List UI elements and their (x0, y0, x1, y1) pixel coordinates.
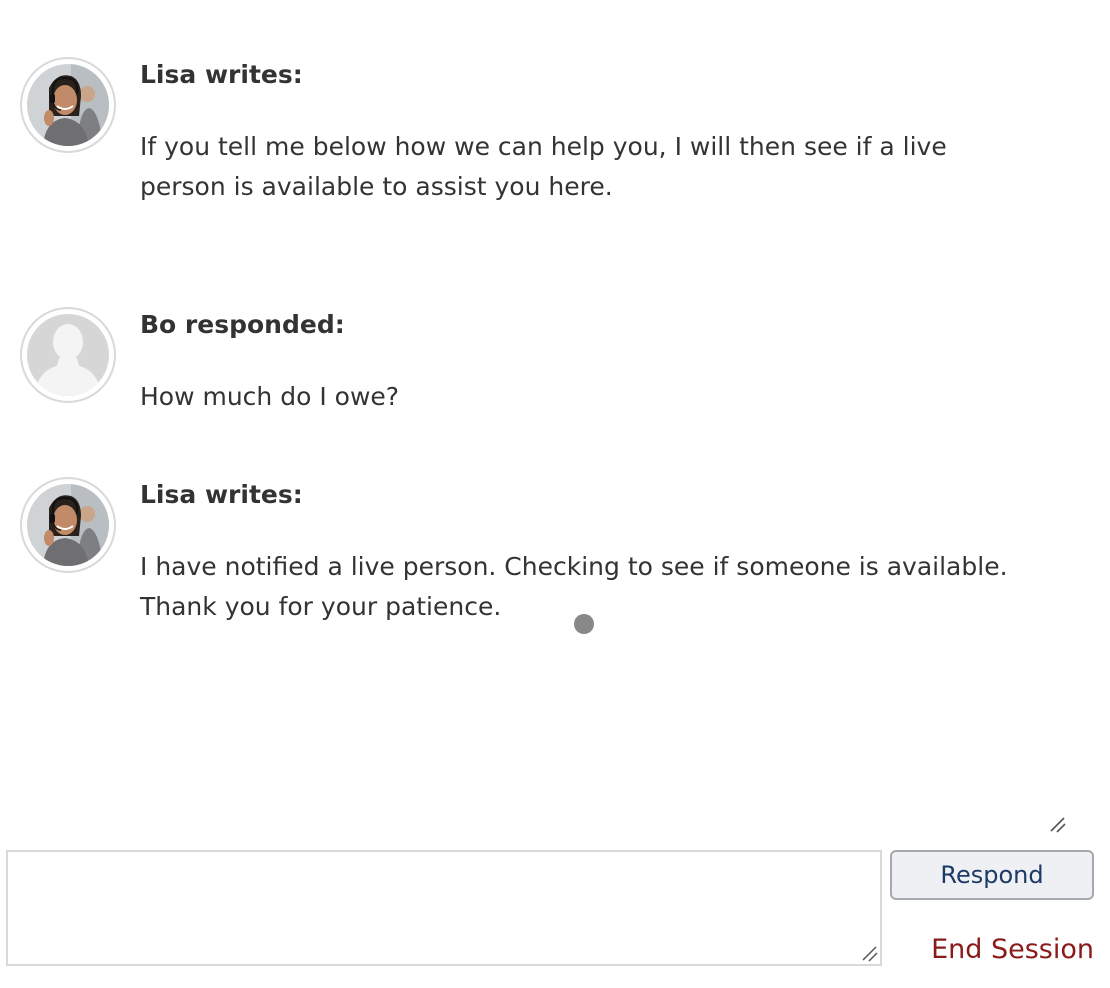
message-text: How much do I owe? (140, 382, 400, 411)
agent-avatar (20, 57, 116, 153)
end-session-link[interactable]: End Session (931, 932, 1094, 968)
user-avatar (20, 307, 116, 403)
respond-button[interactable]: Respond (890, 850, 1094, 900)
default-user-silhouette-icon (27, 314, 109, 396)
typing-dot-icon (574, 614, 594, 634)
agent-headset-photo-icon (27, 64, 109, 146)
message-author: Bo responded: (140, 310, 345, 339)
reply-textarea[interactable] (6, 850, 882, 966)
agent-headset-photo-icon (27, 484, 109, 566)
resize-grip-icon[interactable] (1048, 815, 1068, 835)
agent-avatar (20, 477, 116, 573)
message-author: Lisa writes: (140, 60, 303, 89)
message-text: If you tell me below how we can help you… (140, 132, 947, 201)
message-author: Lisa writes: (140, 480, 303, 509)
